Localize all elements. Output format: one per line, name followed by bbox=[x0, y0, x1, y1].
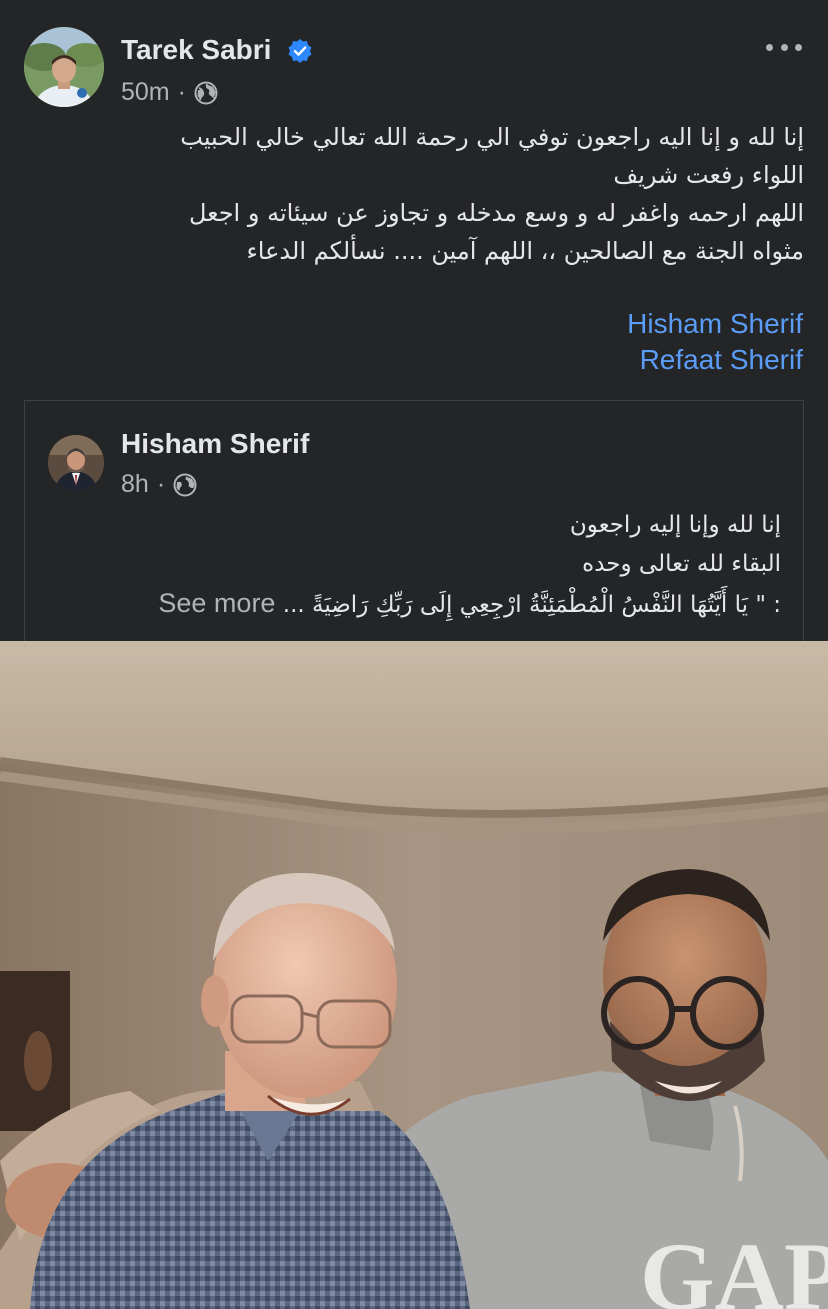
shared-text-line: : " يَا أَيَّتُهَا النَّفْسُ الْمُطْمَئِ… bbox=[41, 584, 781, 625]
more-options-button[interactable] bbox=[766, 36, 802, 58]
shared-post-meta: 8h · bbox=[121, 470, 197, 499]
post-body: إنا لله و إنا اليه راجعون توفي الي رحمة … bbox=[40, 118, 804, 270]
shirt-logo: GAP bbox=[640, 1223, 828, 1309]
post-timestamp[interactable]: 50m bbox=[121, 78, 170, 107]
shared-post[interactable]: Hisham Sherif 8h · إنا لله وإنا إليه راج… bbox=[24, 400, 804, 646]
shared-text-line: البقاء لله تعالى وحده bbox=[582, 551, 781, 577]
shared-text-verse: : " يَا أَيَّتُهَا النَّفْسُ الْمُطْمَئِ… bbox=[282, 592, 781, 618]
see-more-link[interactable]: See more bbox=[158, 588, 275, 618]
shared-text-line: إنا لله وإنا إليه راجعون bbox=[569, 512, 781, 538]
shared-post-body: إنا لله وإنا إليه راجعون البقاء لله تعال… bbox=[41, 506, 781, 625]
more-options-icon bbox=[780, 43, 788, 51]
meta-separator: · bbox=[156, 470, 166, 498]
mention-link-refaat-sherif[interactable]: Refaat Sherif bbox=[627, 342, 803, 378]
meta-separator: · bbox=[177, 78, 186, 106]
post-text-line: اللهم ارحمه واغفر له و وسع مدخله و تجاوز… bbox=[188, 199, 804, 227]
more-options-icon bbox=[795, 43, 802, 51]
post-card: Tarek Sabri 50m · إنا لله و إنا اليه راج… bbox=[0, 0, 828, 1309]
more-options-icon bbox=[766, 43, 773, 51]
globe-icon bbox=[173, 473, 197, 496]
shared-author-avatar[interactable] bbox=[48, 435, 104, 491]
mentions: Hisham Sherif Refaat Sherif bbox=[627, 306, 803, 378]
author-avatar[interactable] bbox=[24, 27, 104, 107]
post-photo[interactable]: GAP bbox=[0, 641, 828, 1309]
globe-icon bbox=[194, 81, 218, 104]
verified-badge-icon bbox=[288, 39, 312, 63]
post-text-line: مثواه الجنة مع الصالحين ،، اللهم آمين ..… bbox=[246, 237, 804, 265]
author-name[interactable]: Tarek Sabri bbox=[121, 34, 271, 66]
mention-link-hisham-sherif[interactable]: Hisham Sherif bbox=[627, 306, 803, 342]
post-meta: 50m · bbox=[121, 78, 218, 107]
shared-author-name[interactable]: Hisham Sherif bbox=[121, 428, 309, 460]
photo-image: GAP bbox=[0, 641, 828, 1309]
post-text-line: إنا لله و إنا اليه راجعون توفي الي رحمة … bbox=[180, 123, 804, 151]
shared-post-timestamp[interactable]: 8h bbox=[121, 470, 149, 499]
post-text-line: اللواء رفعت شريف bbox=[613, 161, 804, 189]
